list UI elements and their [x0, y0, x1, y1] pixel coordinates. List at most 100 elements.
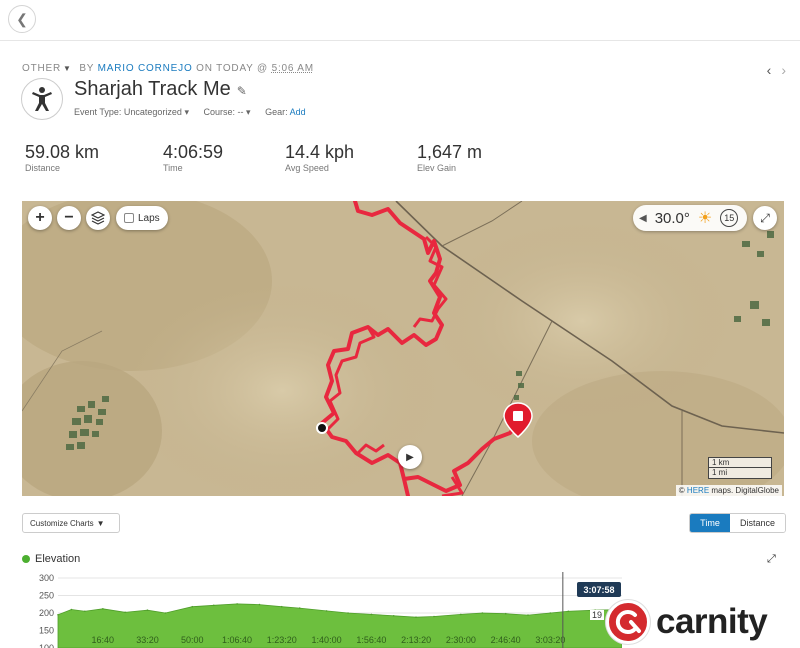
elevation-point — [567, 610, 570, 613]
activity-type-icon — [21, 78, 63, 120]
laps-label: Laps — [138, 212, 160, 224]
here-logo-text[interactable]: HERE — [687, 486, 709, 495]
y-tick-label: 250 — [39, 591, 54, 601]
maps-text: maps. — [711, 486, 734, 495]
elevation-chart-title: Elevation — [22, 553, 80, 565]
x-tick-label: 33:20 — [136, 635, 159, 645]
chevron-right-icon[interactable]: › — [781, 62, 786, 78]
x-tick-label: 2:46:40 — [491, 635, 521, 645]
plus-icon: + — [35, 209, 45, 226]
play-icon: ▶ — [406, 451, 414, 463]
minus-icon: − — [64, 209, 74, 226]
gear-add-link[interactable]: Add — [290, 107, 306, 117]
carnity-wordmark: carnity — [656, 602, 768, 641]
elevation-point — [325, 610, 328, 612]
zoom-out-button[interactable]: − — [57, 206, 81, 230]
caret-down-icon[interactable]: ▼ — [63, 64, 72, 73]
digitalglobe-text: DigitalGlobe — [735, 486, 779, 495]
chevron-left-icon[interactable]: ◀ — [639, 213, 647, 224]
elevation-point — [392, 615, 395, 617]
sun-icon: ☀ — [697, 210, 713, 227]
y-tick-label: 300 — [39, 573, 54, 583]
x-axis-toggle: Time Distance — [689, 513, 786, 533]
map-scale: 1 km 1 mi — [708, 457, 772, 479]
carnity-logo-mark — [606, 600, 650, 644]
elevation-point — [70, 608, 73, 611]
elevation-point — [236, 603, 238, 605]
carnity-logo: carnity — [606, 596, 800, 648]
stat-label: Avg Speed — [285, 163, 329, 173]
route-map[interactable]: + − Laps ◀ 30.0° ☀ 15 ⤢ ▶ 1 km 1 mi © HE… — [22, 201, 784, 496]
customize-charts-button[interactable]: Customize Charts ▼ — [22, 513, 120, 533]
x-tick-label: 1:23:20 — [267, 635, 297, 645]
scale-km: 1 km — [708, 457, 772, 468]
elevation-point — [527, 614, 529, 616]
activity-time: 5:06 AM — [271, 63, 314, 74]
elevation-point — [460, 613, 462, 616]
cursor-value-label: 19 — [590, 610, 605, 620]
x-tick-label: 1:06:40 — [222, 635, 252, 645]
stat-time: 4:06:59 Time — [163, 142, 285, 173]
author-link[interactable]: MARIO CORNEJO — [98, 63, 193, 74]
elevation-chart[interactable]: 300 250 200 150 100 16:40 33:20 50:00 1:06:40 1:2… — [22, 572, 622, 648]
map-fullscreen-button[interactable]: ⤢ — [753, 206, 777, 230]
x-tick-label: 16:40 — [92, 635, 115, 645]
weather-widget[interactable]: ◀ 30.0° ☀ 15 — [633, 205, 747, 231]
stat-value: 1,647 m — [417, 142, 483, 162]
person-figure-icon — [32, 87, 52, 111]
temperature: 30.0° — [654, 209, 690, 227]
laps-checkbox[interactable] — [124, 213, 134, 223]
activity-title[interactable]: Sharjah Track Me — [74, 78, 231, 100]
caret-down-icon: ▼ — [96, 518, 105, 528]
activity-type[interactable]: OTHER — [22, 63, 61, 74]
elevation-point — [124, 611, 126, 614]
map-attribution: © HERE maps. DigitalGlobe — [675, 485, 782, 496]
page-title: Sharjah Track Me ✎ — [74, 78, 247, 101]
elevation-point — [415, 616, 417, 618]
event-type-value[interactable]: Uncategorized — [124, 107, 182, 117]
scale-mi: 1 mi — [708, 468, 772, 479]
stat-value: 14.4 kph — [285, 142, 355, 162]
stat-label: Elev Gain — [417, 163, 457, 173]
elevation-point — [84, 610, 86, 613]
laps-toggle[interactable]: Laps — [116, 206, 168, 230]
stat-label: Distance — [25, 163, 61, 173]
y-tick-label: 150 — [39, 626, 54, 636]
back-button[interactable]: ❮ — [8, 5, 36, 33]
elevation-point — [102, 608, 104, 610]
expand-icon: ⤢ — [760, 210, 770, 225]
layers-button[interactable] — [86, 206, 110, 230]
series-dot — [22, 555, 30, 563]
play-button[interactable]: ▶ — [398, 445, 422, 469]
end-marker[interactable] — [503, 402, 533, 438]
elevation-point — [549, 612, 552, 614]
x-tick-label: 2:13:20 — [401, 635, 431, 645]
cursor-time-tooltip: 3:07:58 — [577, 582, 621, 597]
y-tick-label: 100 — [39, 643, 54, 648]
chevron-left-icon[interactable]: ‹ — [767, 62, 772, 78]
activity-nav: ‹ › — [767, 62, 786, 78]
course-value[interactable]: -- — [238, 107, 244, 117]
toggle-distance[interactable]: Distance — [730, 514, 785, 532]
caret-down-icon[interactable]: ▾ — [184, 107, 189, 117]
elevation-point — [298, 607, 301, 609]
chart-title: Elevation — [35, 553, 81, 565]
stats-row: 59.08 km Distance 4:06:59 Time 14.4 kph … — [25, 142, 555, 173]
elevation-point — [347, 612, 349, 614]
caret-down-icon[interactable]: ▾ — [246, 107, 251, 117]
by-text: BY — [79, 63, 95, 74]
expand-icon[interactable]: ⤢ — [767, 553, 776, 566]
pencil-icon[interactable]: ✎ — [237, 84, 247, 98]
gear-label: Gear: — [265, 107, 288, 117]
zoom-in-button[interactable]: + — [28, 206, 52, 230]
x-tick-label: 3:03:20 — [535, 635, 565, 645]
elevation-point — [481, 612, 484, 614]
toggle-time[interactable]: Time — [690, 514, 730, 532]
elevation-point — [57, 613, 59, 616]
x-tick-label: 1:40:00 — [312, 635, 342, 645]
stat-avg-speed: 14.4 kph Avg Speed — [285, 142, 417, 173]
stat-value: 59.08 km — [25, 142, 100, 162]
start-marker[interactable] — [316, 422, 328, 434]
elevation-point — [280, 605, 283, 608]
elevation-point — [504, 612, 507, 615]
